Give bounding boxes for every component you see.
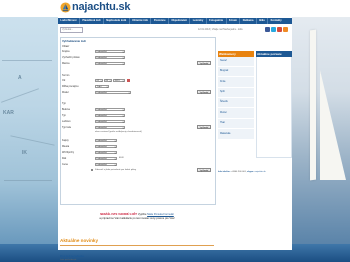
boat-select[interactable]: Ľubovoľné <box>95 120 125 124</box>
weather-body <box>256 56 292 158</box>
sailing-photo-background <box>292 0 350 262</box>
weather-panel: Aktuálne počasie <box>256 51 292 158</box>
phone-number[interactable]: +0900 200 001, <box>231 171 246 173</box>
webcam-item[interactable]: Šibenik <box>218 98 254 109</box>
label-pocet: Dĺžka prenájmu <box>62 85 79 88</box>
nav-item[interactable]: Objednávání <box>169 18 191 24</box>
search-button-2[interactable]: Vyhľadať <box>197 90 211 94</box>
boat-search-form: Vyhľadávanie lodí Oblasť Krajina Ľubovoľ… <box>60 37 216 205</box>
boat-type-select[interactable]: Ľubovoľné <box>95 126 125 130</box>
days-select[interactable]: 7 dní <box>95 85 109 89</box>
label-krajina: Krajina <box>62 50 70 53</box>
label-wc: WC/Sprchy <box>62 151 75 154</box>
skype-handle[interactable]: najachtu.sk <box>255 171 266 173</box>
nav-item[interactable]: Lemmhy <box>190 18 207 24</box>
offer-form-link[interactable]: Nášu Ponuka Formulár <box>147 213 174 216</box>
year-select[interactable]: Ľubovoľné <box>95 157 117 161</box>
label-rok: Rok <box>62 157 67 160</box>
type-select[interactable]: Ľubovoľné <box>95 114 125 118</box>
info-label: Info telefón: <box>218 171 231 173</box>
search-button-4[interactable]: Vyhľadať <box>197 168 211 172</box>
webcam-item[interactable]: Biograd <box>218 66 254 78</box>
price-select[interactable]: Ľubovoľné <box>95 163 117 167</box>
webcam-item[interactable]: Makarska <box>218 129 254 140</box>
breadcrumb: 12.01.2013 | Vitajte na Plavba jadra - l… <box>198 28 243 31</box>
alert-text: Vyplňte <box>137 213 147 216</box>
webcam-item[interactable]: Kinla <box>218 77 254 88</box>
search-button-3[interactable]: Vyhľadať <box>197 125 211 129</box>
model-select[interactable]: Ľubovoľné <box>95 91 131 95</box>
nav-item[interactable]: Plavidlová lodi <box>80 18 104 24</box>
nav-item[interactable]: Užitečné info <box>130 18 152 24</box>
date-year-select[interactable]: 2013 <box>113 79 125 83</box>
site-logo[interactable]: najachtu.sk <box>60 1 131 13</box>
social-icons <box>265 26 288 32</box>
nav-item[interactable]: Lodní Mrovei <box>58 18 80 24</box>
webcam-item[interactable]: Hvar <box>218 118 254 130</box>
nav-item[interactable]: Fórum <box>227 18 241 24</box>
twitter-icon[interactable] <box>271 26 276 32</box>
not-found-alert: NENÁŠLI STE VHODNÚ LOĎ? Vyplňte Nášu Pon… <box>58 213 216 220</box>
checkbox-label: Zobraziť aj lode potvrdené pre lodné plá… <box>95 169 137 171</box>
krajina-select[interactable]: Ľubovoľné <box>95 50 125 54</box>
marina-select[interactable]: Ľubovoľné <box>95 62 125 66</box>
webcam-item[interactable]: Murter <box>218 108 254 119</box>
news-link[interactable]: Prvú lodí na jednatke <box>60 255 84 258</box>
search-input[interactable]: Vyhledat... <box>60 27 83 33</box>
nav-item[interactable]: Najdoslede lodě <box>104 18 130 24</box>
label-typlode: Typ lode <box>62 126 72 129</box>
label-prist: Východzí prístav <box>62 56 80 59</box>
label-oblast: Oblasť <box>62 45 70 48</box>
skype-label: skype: <box>247 171 254 173</box>
nautical-map-background: A KAR IK <box>0 0 58 262</box>
label-budovu: Budovu <box>62 108 71 111</box>
budovu-select[interactable]: Ľubovoľné <box>95 108 125 112</box>
nav-item[interactable]: Kontakty <box>268 18 284 24</box>
form-note: akou cestovať (počte osôb/pocty charakte… <box>95 131 142 133</box>
berths-select[interactable]: Ľubovoľné <box>95 145 117 149</box>
sub-header-bar: Vyhledat... 12.01.2013 | Vitajte na Plav… <box>58 25 292 35</box>
webcam-item[interactable]: Nevač <box>218 56 254 67</box>
alert-headline: NENÁŠLI STE VHODNÚ LOĎ? <box>100 213 138 216</box>
facebook-icon[interactable] <box>265 26 270 32</box>
label-spalne: Miesta <box>62 145 70 148</box>
site-name: najachtu.sk <box>72 1 131 13</box>
news-text: Leto prichádzajú... <box>60 259 78 261</box>
currency-label: EUR <box>119 157 124 159</box>
webcam-item[interactable]: Split <box>218 87 254 99</box>
wc-select[interactable]: Ľubovoľné <box>95 151 117 155</box>
nav-item[interactable]: Poslonne <box>151 18 169 24</box>
port-select[interactable]: Ľubovoľné <box>95 56 125 60</box>
label-od: Od <box>62 79 66 82</box>
label-lod: Loďstvo <box>62 120 71 123</box>
show-all-checkbox[interactable] <box>91 169 94 172</box>
sailboat-logo-icon <box>60 1 71 13</box>
main-navigation: Lodní Mrovei Plavidlová lodi Najdoslede … <box>58 18 292 24</box>
news-section-title: Aktuálne novinky <box>60 238 99 243</box>
nav-item[interactable]: Bilio <box>257 18 269 24</box>
nav-item[interactable]: Reklama <box>240 18 257 24</box>
label-cena: Cena <box>62 163 68 166</box>
cabins-select[interactable]: Ľubovoľné <box>95 139 117 143</box>
contact-info: Info telefón: +0900 200 001, skype: naja… <box>218 171 294 173</box>
section-divider <box>60 245 214 246</box>
label-typ: Typ <box>62 102 66 105</box>
label-model: Model <box>62 91 69 94</box>
date-day-select[interactable]: 01 <box>95 79 103 83</box>
date-month-select[interactable]: 05 <box>104 79 112 83</box>
label-termin: Termín <box>62 74 70 77</box>
header: najachtu.sk <box>0 0 350 17</box>
label-vyroba: Typ <box>62 114 66 117</box>
alert-line2: a pripravíme Vám kalkuláciu po test mesi… <box>99 216 175 220</box>
nav-item[interactable]: Fotogalérie <box>207 18 227 24</box>
rss-icon[interactable] <box>283 26 288 32</box>
google-plus-icon[interactable] <box>277 26 282 32</box>
calendar-icon[interactable] <box>127 79 130 82</box>
label-marina: Marína <box>62 62 70 65</box>
webcams-panel: Webkamery Nevač Biograd Kinla Split Šibe… <box>218 51 254 140</box>
main-content: Vyhľadávanie lodí Oblasť Krajina Ľubovoľ… <box>58 35 294 261</box>
label-kajuty: Kajuty <box>62 139 69 142</box>
form-title: Vyhľadávanie lodí <box>62 39 86 43</box>
search-button[interactable]: Vyhľadať <box>197 61 211 65</box>
